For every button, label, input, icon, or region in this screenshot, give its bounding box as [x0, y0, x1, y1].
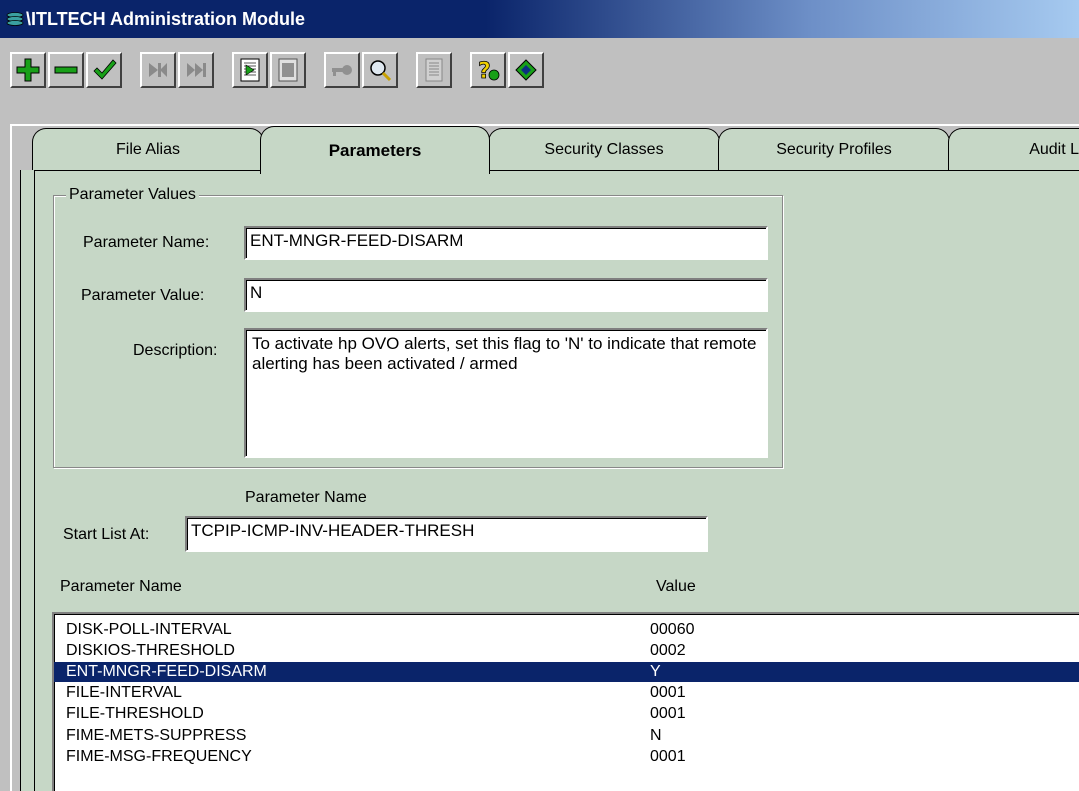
row-name: DISK-POLL-INTERVAL — [66, 621, 232, 638]
panel-left-edge — [20, 170, 34, 791]
row-value: 0001 — [650, 748, 686, 765]
window-title: \ITLTECH Administration Module — [26, 8, 305, 29]
start-list-label: Start List At: — [63, 526, 150, 543]
description-field[interactable]: To activate hp OVO alerts, set this flag… — [244, 328, 768, 458]
column-header-value[interactable]: Value — [656, 578, 696, 596]
list-row[interactable]: FIME-METS-SUPPRESS N — [54, 726, 1079, 746]
row-name: FIME-MSG-FREQUENCY — [66, 748, 252, 765]
first-record-button[interactable] — [140, 52, 176, 88]
check-icon — [93, 59, 117, 80]
find-button[interactable] — [362, 52, 398, 88]
tab-parameters[interactable]: Parameters — [260, 126, 490, 174]
add-button[interactable] — [10, 52, 46, 88]
parameter-name-field[interactable]: ENT-MNGR-FEED-DISARM — [244, 226, 768, 260]
next-record-button[interactable] — [178, 52, 214, 88]
key-button[interactable] — [324, 52, 360, 88]
row-value: N — [650, 727, 662, 744]
skip-first-icon — [149, 63, 167, 77]
row-name: FILE-THRESHOLD — [66, 705, 204, 722]
tab-label: Parameters — [328, 140, 422, 160]
row-value: 0002 — [650, 642, 686, 659]
parameter-name-label: Parameter Name: — [83, 234, 210, 251]
document-gray-icon — [278, 58, 298, 82]
export-button[interactable] — [232, 52, 268, 88]
tab-label: File Alias — [115, 140, 181, 158]
tab-security-profiles[interactable]: Security Profiles — [718, 128, 950, 170]
column-header-parameter-name[interactable]: Parameter Name — [60, 578, 182, 596]
list-row[interactable]: DISKIOS-THRESHOLD 0002 — [54, 641, 1079, 661]
report-button[interactable] — [416, 52, 452, 88]
key-icon — [332, 65, 352, 76]
plus-icon — [16, 58, 40, 82]
document-arrow-icon — [240, 58, 260, 82]
tab-label: Security Profiles — [776, 140, 892, 158]
delete-button[interactable] — [48, 52, 84, 88]
parameter-value-field[interactable]: N — [244, 278, 768, 312]
row-value: 0001 — [650, 705, 686, 722]
tab-label: Security Classes — [544, 140, 664, 158]
exit-icon — [515, 59, 537, 81]
row-value: 00060 — [650, 621, 695, 638]
list-row[interactable]: FILE-THRESHOLD 0001 — [54, 704, 1079, 724]
magnifier-icon — [370, 60, 392, 82]
list-row[interactable]: FILE-INTERVAL 0001 — [54, 683, 1079, 703]
tab-audit[interactable]: Audit L — [948, 128, 1079, 170]
title-bar: \ITLTECH Administration Module — [0, 0, 1079, 38]
minus-icon — [54, 66, 78, 74]
row-name: ENT-MNGR-FEED-DISARM — [66, 663, 267, 680]
list-row-selected[interactable]: ENT-MNGR-FEED-DISARM Y — [54, 662, 1079, 682]
page-gray-icon — [425, 58, 443, 82]
skip-next-icon — [187, 63, 206, 77]
description-label: Description: — [133, 342, 218, 359]
parameter-list[interactable]: DISK-POLL-INTERVAL 00060 DISKIOS-THRESHO… — [52, 612, 1079, 791]
svg-text:?: ? — [478, 59, 491, 83]
help-icon: ? — [478, 59, 500, 83]
exit-button[interactable] — [508, 52, 544, 88]
row-value: 0001 — [650, 684, 686, 701]
app-icon — [6, 12, 24, 26]
row-value: Y — [650, 663, 661, 680]
row-name: DISKIOS-THRESHOLD — [66, 642, 235, 659]
list-row[interactable]: DISK-POLL-INTERVAL 00060 — [54, 620, 1079, 640]
tab-label: Audit L — [1029, 140, 1079, 158]
row-name: FILE-INTERVAL — [66, 684, 182, 701]
tab-security-classes[interactable]: Security Classes — [488, 128, 720, 170]
group-title: Parameter Values — [66, 186, 199, 204]
start-list-input[interactable]: TCPIP-ICMP-INV-HEADER-THRESH — [185, 516, 708, 552]
parameter-value-label: Parameter Value: — [81, 287, 205, 304]
print-button[interactable] — [270, 52, 306, 88]
help-button[interactable]: ? — [470, 52, 506, 88]
row-name: FIME-METS-SUPPRESS — [66, 727, 247, 744]
start-list-column-caption: Parameter Name — [245, 489, 367, 506]
tab-file-alias[interactable]: File Alias — [32, 128, 264, 170]
list-row[interactable]: FIME-MSG-FREQUENCY 0001 — [54, 747, 1079, 767]
confirm-button[interactable] — [86, 52, 122, 88]
